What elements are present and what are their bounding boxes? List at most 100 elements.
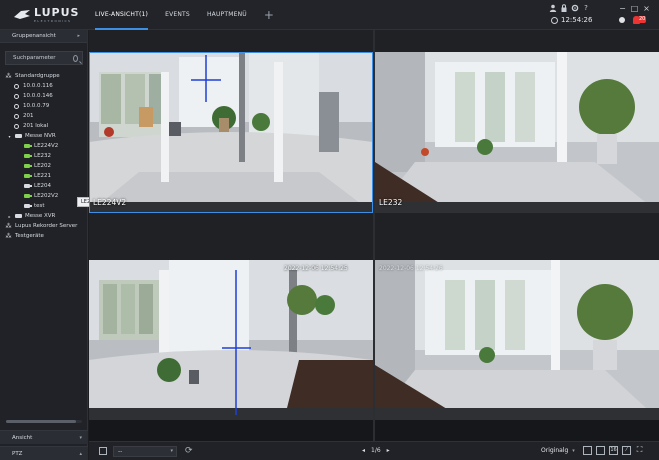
- scrollbar-thumb[interactable]: [6, 420, 76, 423]
- ptz-section-header[interactable]: PTZ ▴: [0, 446, 88, 460]
- alarm-button[interactable]: 20: [633, 16, 647, 25]
- tab-main-menu[interactable]: HAUPTMENÜ: [207, 0, 247, 30]
- view-section-header[interactable]: Ansicht ▾: [0, 430, 88, 444]
- tree-item-ip[interactable]: 201: [0, 111, 87, 121]
- tree-item-ip[interactable]: 201 lokal: [0, 121, 87, 131]
- maximize-button[interactable]: □: [630, 4, 639, 13]
- top-bar: LUPUS ELECTRONICS LIVE-ANSICHT(1) EVENTS…: [0, 0, 659, 30]
- location-icon: [14, 93, 19, 99]
- video-tile-2[interactable]: LE232: [375, 52, 659, 213]
- tree-item-camera[interactable]: LE221: [0, 171, 87, 181]
- group-icon: ⁂: [5, 232, 12, 240]
- lock-icon[interactable]: [560, 4, 568, 13]
- chevron-right-icon[interactable]: ▸: [7, 214, 12, 219]
- group-icon: ⁂: [5, 72, 12, 80]
- camera-icon: [24, 154, 32, 158]
- video-tile-3[interactable]: 2022-12-06 12:54:25: [89, 260, 373, 420]
- tab-live-view[interactable]: LIVE-ANSICHT(1): [95, 0, 149, 30]
- location-icon: [14, 103, 19, 109]
- layout-4-icon[interactable]: [583, 446, 592, 455]
- edit-icon[interactable]: ⁄: [622, 446, 631, 455]
- location-icon: [14, 123, 19, 129]
- fullscreen-icon[interactable]: ⛶: [635, 446, 644, 455]
- tree-item-ip[interactable]: 10.0.0.116: [0, 81, 87, 91]
- tree-item-camera[interactable]: test: [0, 201, 87, 211]
- prev-page-button[interactable]: ◂: [362, 447, 365, 454]
- tree-item-standard-group[interactable]: ⁂ Standardgruppe: [0, 71, 87, 81]
- camera-icon: [24, 164, 32, 168]
- tree-item-ip[interactable]: 10.0.0.79: [0, 101, 87, 111]
- close-button[interactable]: ×: [642, 4, 651, 13]
- recorder-icon: [15, 134, 22, 138]
- camera-icon: [24, 174, 32, 178]
- camera-icon: [24, 184, 32, 188]
- location-icon: [14, 113, 19, 119]
- tree-item-xvr[interactable]: ▸ Messe XVR: [0, 211, 87, 221]
- bottom-toolbar: -- ▾ ⟳ ◂ 1/6 ▸ Originalg ▾ 16 ⁄ ⛶: [89, 441, 659, 460]
- tree-item-nvr[interactable]: ▾ Messe NVR: [0, 131, 87, 141]
- logo-mark-icon: [14, 10, 30, 20]
- brand-sub: ELECTRONICS: [34, 19, 72, 23]
- grid-divider-vertical: [373, 30, 375, 441]
- minimize-button[interactable]: −: [618, 4, 627, 13]
- gear-icon[interactable]: [571, 4, 579, 13]
- search-input[interactable]: [13, 55, 73, 61]
- sidebar-scrollbar[interactable]: [6, 420, 82, 423]
- chevron-down-icon: ▾: [170, 448, 173, 454]
- lupus-logo: LUPUS ELECTRONICS: [14, 7, 79, 23]
- next-page-button[interactable]: ▸: [387, 447, 390, 454]
- tree-item-camera[interactable]: LE232: [0, 151, 87, 161]
- tree-item-camera[interactable]: LE224V2: [0, 141, 87, 151]
- tree-item-camera[interactable]: LE204: [0, 181, 87, 191]
- refresh-icon[interactable]: ⟳: [185, 446, 193, 456]
- brand-name: LUPUS: [34, 6, 80, 19]
- clock-time: 12:54:26: [561, 16, 593, 24]
- tile-2-camera-label: LE232: [379, 198, 403, 207]
- help-icon[interactable]: ?: [582, 4, 590, 13]
- camera-icon: [24, 194, 32, 198]
- sidebar: Gruppenansicht ▸ ⁂ Standardgruppe 10.0.0…: [0, 30, 101, 460]
- tab-events[interactable]: EVENTS: [165, 0, 190, 30]
- save-icon[interactable]: [99, 447, 107, 455]
- tree-item-camera[interactable]: LE202V2: [0, 191, 87, 201]
- tree-item-ip[interactable]: 10.0.0.146: [0, 91, 87, 101]
- layout-9-icon[interactable]: [596, 446, 605, 455]
- chevron-down-icon: ▾: [79, 434, 82, 441]
- aspect-ratio-select[interactable]: Originalg ▾: [541, 447, 575, 454]
- alarm-count-badge: 20: [638, 16, 647, 23]
- search-icon[interactable]: [73, 54, 78, 62]
- user-icon[interactable]: [549, 4, 557, 13]
- video-grid: LE224V2 LE232 2022-12-06 12:54:25 2022-1…: [89, 30, 659, 441]
- clock: 12:54:26: [551, 16, 592, 24]
- main-nav: LIVE-ANSICHT(1) EVENTS HAUPTMENÜ +: [95, 0, 274, 30]
- tree-item-server[interactable]: ⁂ Lupus Rekorder Server: [0, 221, 87, 231]
- ptz-label: PTZ: [12, 450, 23, 457]
- video-tile-4[interactable]: 2022-12-06 12:54:26: [375, 260, 659, 420]
- stream-select-value: --: [118, 448, 123, 455]
- chevron-down-icon[interactable]: ▾: [7, 134, 12, 139]
- layout-buttons: 16 ⁄ ⛶: [583, 446, 648, 455]
- stream-select[interactable]: -- ▾: [113, 446, 177, 457]
- tile-4-timestamp: 2022-12-06 12:54:26: [379, 265, 443, 272]
- group-view-label: Gruppenansicht: [12, 33, 56, 39]
- tile-3-timestamp: 2022-12-06 12:54:25: [284, 265, 348, 272]
- add-tab-button[interactable]: +: [264, 0, 274, 30]
- location-icon: [14, 83, 19, 89]
- chevron-up-icon: ▴: [79, 450, 82, 457]
- group-view-header[interactable]: Gruppenansicht ▸: [0, 30, 87, 43]
- chevron-right-icon: ▸: [77, 33, 80, 39]
- recorder-icon: [15, 214, 22, 218]
- pager: ◂ 1/6 ▸: [359, 447, 393, 454]
- chevron-down-icon: ▾: [572, 448, 575, 454]
- camera-icon: [24, 144, 32, 148]
- aspect-ratio-value: Originalg: [541, 447, 569, 454]
- top-right-panel: ? − □ × 12:54:26 20: [541, 4, 651, 28]
- clock-icon: [551, 16, 558, 24]
- layout-16-button[interactable]: 16: [609, 446, 618, 455]
- page-indicator: 1/6: [371, 447, 381, 454]
- camera-icon: [24, 204, 32, 208]
- tree-item-camera[interactable]: LE202: [0, 161, 87, 171]
- tree-item-testdevices[interactable]: ⁂ Testgeräte: [0, 231, 87, 241]
- device-tree: ⁂ Standardgruppe 10.0.0.116 10.0.0.146 1…: [0, 71, 87, 241]
- record-indicator-icon[interactable]: [619, 17, 625, 23]
